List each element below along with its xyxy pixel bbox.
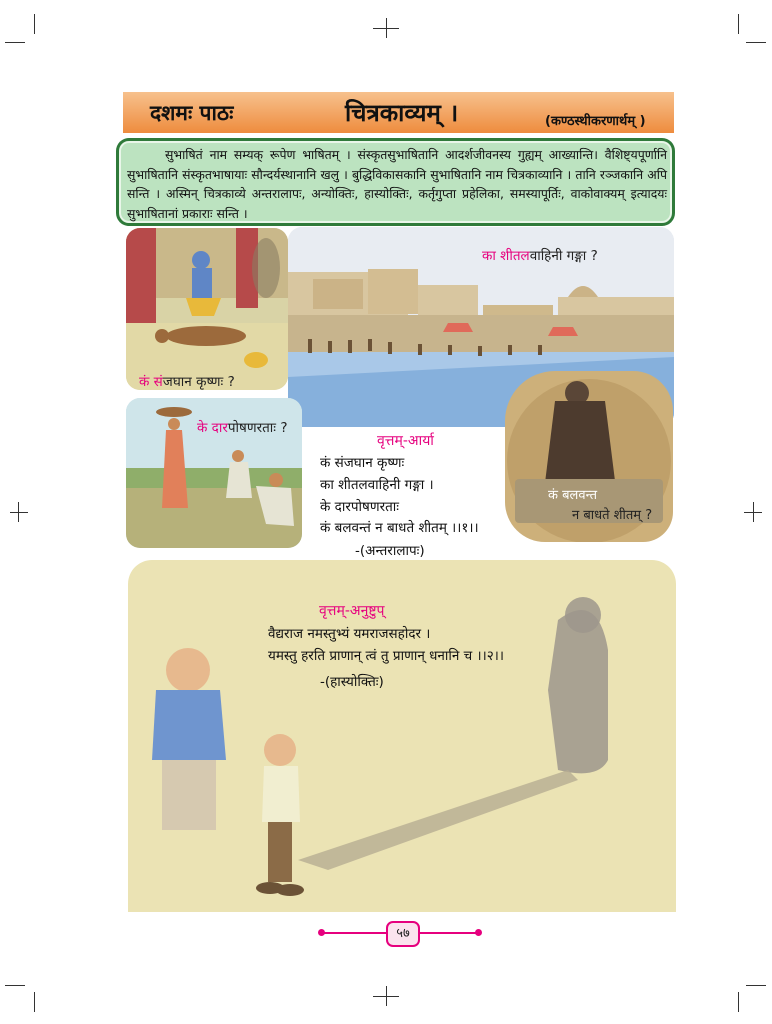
caption-text: पोषणरताः ? (227, 420, 288, 436)
caption-text: वाहिनी गङ्गा ? (529, 248, 598, 264)
crop-mark (738, 14, 739, 34)
crop-mark (10, 512, 28, 513)
verse2-source: -(हास्योक्तिः) (320, 674, 384, 690)
page-number-rule-left (322, 932, 388, 934)
daara-caption: के दारपोषणरताः ? (197, 418, 287, 436)
intro-text: सुभाषितं नाम सम्यक् रूपेण भाषितम् । संस्… (127, 147, 667, 221)
page-number-dot (318, 929, 325, 936)
verse2-title: वृत्तम्-अनुष्टुप् (319, 603, 385, 619)
page-number-dot (475, 929, 482, 936)
lesson-note: (कण्ठस्थीकरणार्थम् ) (545, 114, 646, 129)
caption-highlight: कं बलवन्त (548, 488, 597, 503)
caption-highlight: का शीतल (482, 248, 530, 264)
verse2-line: यमस्तु हरति प्राणान् त्वं तु प्राणान् धन… (268, 648, 505, 664)
crop-mark (34, 992, 35, 1012)
crop-mark (746, 42, 766, 43)
verse1-line: का शीतलवाहिनी गङ्गा । (320, 477, 434, 493)
caption-highlight: के दार (197, 420, 228, 436)
crop-mark (5, 42, 25, 43)
cold-caption: कं बलवन्त न बाधते शीतम् ? (548, 486, 668, 526)
lesson-title: चित्रकाव्यम् । (345, 99, 459, 127)
lesson-number: दशमः पाठः (150, 101, 234, 125)
verse1-line: कं संजघान कृष्णः (320, 455, 405, 471)
crop-mark (18, 502, 19, 522)
crop-mark (34, 14, 35, 34)
caption-text: जघान कृष्णः ? (162, 374, 235, 390)
verse1-title: वृत्तम्-आर्या (377, 433, 434, 449)
verse2-line: वैद्यराज नमस्तुभ्यं यमराजसहोदर । (268, 626, 431, 642)
crop-mark (386, 986, 387, 1006)
ganga-caption: का शीतलवाहिनी गङ्गा ? (482, 246, 598, 264)
page-number: ५७ (386, 921, 420, 947)
caption-text: न बाधते शीतम् ? (572, 508, 653, 523)
verse1-line: के दारपोषणरताः (320, 499, 400, 515)
verse1-line: कं बलवन्तं न बाधते शीतम् ।।१।। (320, 520, 479, 536)
doctor-illustration (128, 560, 676, 912)
caption-highlight: कं सं (139, 374, 163, 390)
crop-mark (753, 502, 754, 522)
crop-mark (738, 992, 739, 1012)
crop-mark (746, 985, 766, 986)
crop-mark (386, 18, 387, 38)
crop-mark (5, 985, 25, 986)
page-number-rule-right (414, 932, 478, 934)
krishna-illustration (126, 228, 288, 390)
verse1-source: -(अन्तरालापः) (355, 543, 425, 559)
krishna-caption: कं संजघान कृष्णः ? (139, 372, 235, 390)
